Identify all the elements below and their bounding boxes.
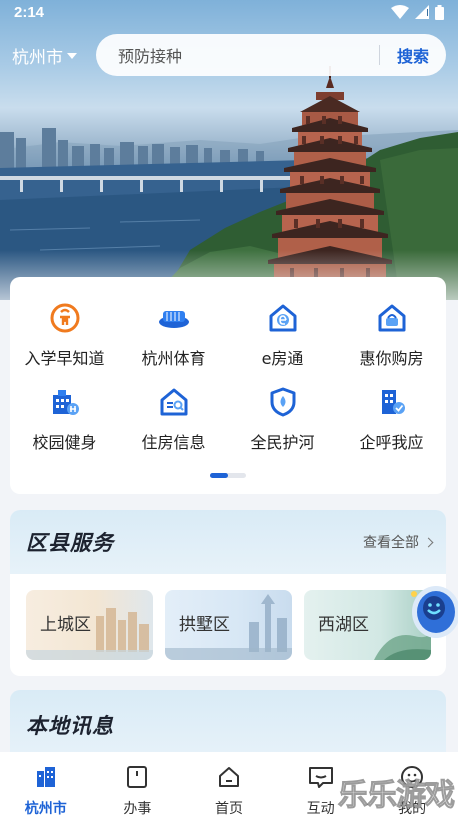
header-bar: 杭州市 预防接种 搜索 (0, 34, 458, 76)
house-basket-icon (375, 303, 409, 333)
news-title: 本地讯息 (26, 714, 114, 738)
signal-icon (415, 5, 429, 19)
house-e-icon (266, 303, 300, 333)
search-input[interactable]: 预防接种 (96, 43, 379, 67)
search-bar[interactable]: 预防接种 搜索 (96, 34, 446, 76)
river-shield-icon (266, 387, 300, 417)
service-label: 入学早知道 (24, 349, 105, 368)
status-time: 2:14 (14, 3, 45, 21)
district-header: 区县服务 查看全部 (10, 510, 446, 574)
district-list: 上城区 拱墅区 西湖区 (26, 590, 431, 660)
nav-tab-services[interactable]: 办事 (92, 752, 184, 820)
watermark: 乐乐游戏 (338, 778, 456, 814)
district-name: 上城区 (40, 615, 91, 635)
city-buildings-icon (33, 764, 59, 790)
district-title: 区县服务 (26, 531, 114, 555)
enterprise-check-icon (375, 387, 409, 417)
district-services-card: 区县服务 查看全部 上城区 拱墅区 西湖区 (10, 510, 446, 676)
school-enrollment-icon (48, 303, 82, 333)
view-all-label: 查看全部 (363, 535, 419, 551)
city-name: 杭州市 (12, 47, 63, 68)
stadium-icon (157, 303, 191, 333)
district-name: 西湖区 (318, 615, 369, 635)
service-label: 全民护河 (250, 433, 315, 452)
house-search-icon (157, 387, 191, 417)
nav-label: 杭州市 (24, 801, 67, 817)
nav-label: 互动 (306, 801, 335, 817)
district-card-gongshu[interactable]: 拱墅区 (165, 590, 292, 660)
battery-icon (435, 4, 444, 20)
service-item-enrollment[interactable]: 入学早知道 (10, 295, 119, 369)
service-item-sports[interactable]: 杭州体育 (119, 295, 228, 369)
service-label: 企呼我应 (359, 433, 424, 452)
chevron-right-icon (423, 537, 434, 547)
view-all-link[interactable]: 查看全部 (363, 532, 434, 552)
chat-icon (308, 764, 334, 790)
city-selector[interactable]: 杭州市 (0, 43, 96, 68)
status-icons (391, 4, 444, 20)
service-label: 住房信息 (141, 433, 206, 452)
caret-down-icon (67, 53, 77, 59)
assistant-robot-icon[interactable] (404, 578, 458, 642)
service-item-river[interactable]: 全民护河 (228, 379, 337, 453)
service-grid: 入学早知道 杭州体育 e房通 惠你购房 校园健身 住房信息 全民护河 企呼我应 (10, 295, 446, 453)
service-item-enterprise[interactable]: 企呼我应 (337, 379, 446, 453)
service-label: e房通 (261, 349, 304, 368)
service-item-efangtong[interactable]: e房通 (228, 295, 337, 369)
nav-tab-city[interactable]: 杭州市 (0, 752, 92, 820)
service-item-housing-info[interactable]: 住房信息 (119, 379, 228, 453)
service-item-campus-fitness[interactable]: 校园健身 (10, 379, 119, 453)
page-indicator-active (210, 473, 228, 478)
district-name: 拱墅区 (179, 615, 230, 635)
service-label: 杭州体育 (141, 349, 206, 368)
service-grid-card: 入学早知道 杭州体育 e房通 惠你购房 校园健身 住房信息 全民护河 企呼我应 (10, 277, 446, 494)
nav-label: 办事 (123, 801, 152, 817)
page-indicator (210, 473, 246, 478)
campus-fitness-icon (48, 387, 82, 417)
service-label: 惠你购房 (359, 349, 424, 368)
nav-tab-home[interactable]: 首页 (183, 752, 275, 820)
nav-label: 首页 (214, 801, 243, 817)
home-icon (216, 764, 242, 790)
document-icon (124, 764, 150, 790)
status-bar: 2:14 (0, 0, 458, 24)
service-item-housebuy[interactable]: 惠你购房 (337, 295, 446, 369)
wifi-icon (391, 5, 409, 19)
search-button[interactable]: 搜索 (380, 43, 446, 67)
service-label: 校园健身 (32, 433, 97, 452)
district-card-shangcheng[interactable]: 上城区 (26, 590, 153, 660)
